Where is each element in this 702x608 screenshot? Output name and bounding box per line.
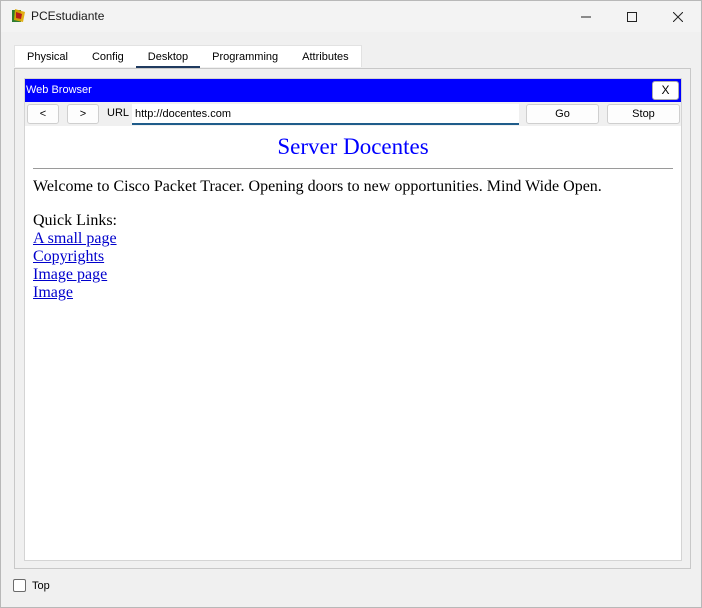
browser-title-bar: Web Browser X — [25, 79, 681, 102]
page-heading: Server Docentes — [277, 134, 429, 159]
welcome-text: Welcome to Cisco Packet Tracer. Opening … — [33, 178, 602, 195]
tab-config[interactable]: Config — [80, 46, 136, 68]
link-image-page[interactable]: Image page — [33, 266, 117, 284]
back-button[interactable]: < — [27, 104, 59, 124]
close-window-button[interactable] — [655, 1, 701, 32]
web-page-content: Server Docentes Welcome to Cisco Packet … — [25, 126, 681, 560]
minimize-icon — [581, 16, 591, 17]
minimize-button[interactable] — [563, 1, 609, 32]
quick-links-list: A small page Copyrights Image page Image — [33, 230, 117, 302]
tab-desktop[interactable]: Desktop — [135, 46, 201, 69]
horizontal-rule — [33, 168, 673, 169]
top-option[interactable]: Top — [13, 579, 50, 592]
maximize-icon — [627, 11, 637, 22]
link-small-page[interactable]: A small page — [33, 230, 117, 248]
top-label: Top — [32, 579, 50, 592]
device-tabs: Physical Config Desktop Programming Attr… — [14, 45, 362, 69]
window-title: PCEstudiante — [31, 9, 105, 23]
app-window: PCEstudiante Physical Config Desktop Pro… — [0, 0, 702, 608]
stop-button[interactable]: Stop — [607, 104, 680, 124]
forward-button[interactable]: > — [67, 104, 99, 124]
browser-toolbar: < > URL Go Stop — [25, 102, 681, 126]
packet-tracer-pc-icon — [11, 8, 27, 24]
web-browser-window: Web Browser X < > URL Go Stop Server Doc… — [24, 78, 682, 561]
tab-attributes[interactable]: Attributes — [290, 46, 360, 68]
desktop-panel: Web Browser X < > URL Go Stop Server Doc… — [14, 68, 691, 569]
tab-physical[interactable]: Physical — [15, 46, 80, 68]
browser-title: Web Browser — [26, 84, 92, 96]
browser-close-button[interactable]: X — [652, 81, 679, 100]
tab-programming[interactable]: Programming — [200, 46, 290, 68]
go-button[interactable]: Go — [526, 104, 599, 124]
maximize-button[interactable] — [609, 1, 655, 32]
top-checkbox[interactable] — [13, 579, 26, 592]
close-icon — [673, 11, 683, 22]
link-image[interactable]: Image — [33, 284, 117, 302]
title-bar: PCEstudiante — [1, 1, 701, 32]
link-copyrights[interactable]: Copyrights — [33, 248, 117, 266]
url-input[interactable] — [132, 104, 519, 125]
url-label: URL — [107, 107, 130, 119]
quick-links-label: Quick Links: — [33, 212, 117, 229]
